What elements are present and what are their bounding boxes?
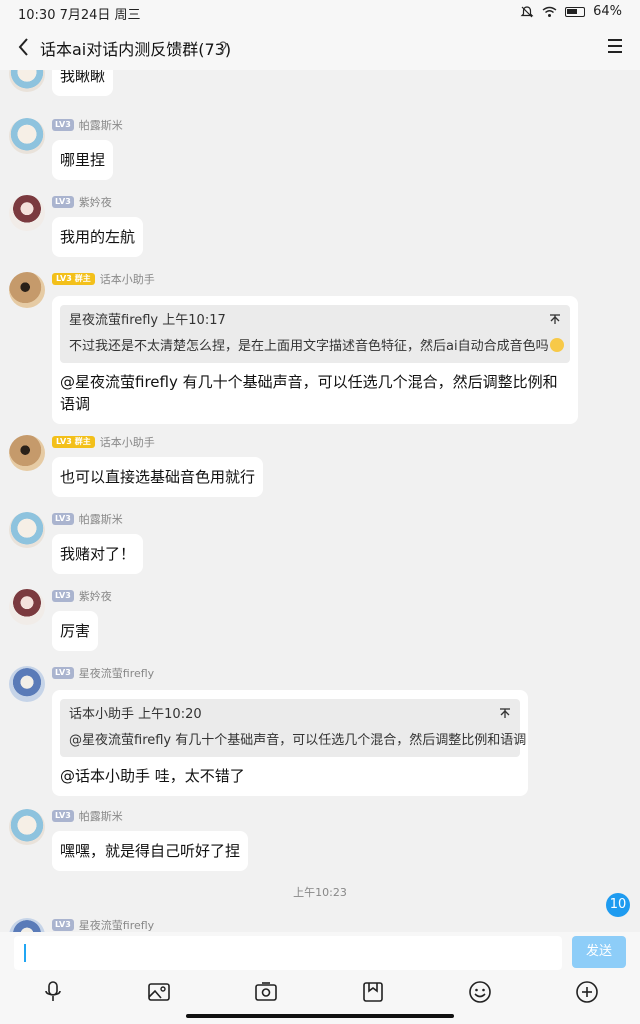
message-input[interactable]: [14, 936, 562, 970]
message-bubble[interactable]: 哪里捏: [52, 140, 114, 180]
avatar[interactable]: [9, 666, 45, 702]
sender-name[interactable]: 紫妗夜: [79, 194, 112, 210]
sender-name[interactable]: 星夜流萤firefly: [79, 665, 154, 681]
level-badge: LV3 群主: [52, 273, 95, 285]
file-icon[interactable]: [361, 980, 385, 1004]
sender-row: LV3 帕露斯米: [52, 512, 123, 526]
message-text: @话本小助手 哇，太不错了: [60, 767, 245, 785]
composer: 发送: [0, 932, 640, 1024]
message-text: 厉害: [60, 622, 91, 640]
send-button[interactable]: 发送: [572, 936, 626, 968]
time-separator: 上午10:23: [293, 886, 347, 899]
status-icons: 64%: [520, 4, 622, 19]
message-bubble[interactable]: 我赌对了！: [52, 534, 144, 574]
mute-icon: [520, 5, 534, 17]
sender-row: LV3 星夜流萤firefly: [52, 666, 154, 680]
menu-icon[interactable]: [606, 37, 624, 55]
message-bubble[interactable]: 嘿嘿，就是得自己听好了捏: [52, 831, 249, 871]
message-text: 我用的左航: [60, 228, 136, 246]
battery-icon: [565, 6, 586, 17]
level-badge: LV3: [52, 196, 74, 208]
sender-row: LV3 群主 话本小助手: [52, 435, 155, 449]
status-bar: 10:30 7月24日 周三 64%: [0, 0, 640, 24]
avatar[interactable]: [9, 118, 45, 154]
message-bubble[interactable]: 话本小助手 上午10:20 @星夜流萤firefly 有几十个基础声音，可以任选…: [52, 690, 528, 796]
message-bubble[interactable]: 我用的左航: [52, 217, 144, 257]
avatar[interactable]: [9, 435, 45, 471]
pin-icon: [550, 314, 560, 324]
message-text: 哪里捏: [60, 151, 106, 169]
level-badge: LV3: [52, 513, 74, 525]
avatar[interactable]: [9, 589, 45, 625]
ear-icon[interactable]: [216, 39, 230, 55]
level-badge: LV3: [52, 119, 74, 131]
text-caret: [24, 944, 26, 962]
home-indicator[interactable]: [186, 1014, 454, 1018]
sender-row: LV3 帕露斯米: [52, 118, 123, 132]
level-badge: LV3 群主: [52, 436, 95, 448]
quoted-message[interactable]: 话本小助手 上午10:20 @星夜流萤firefly 有几十个基础声音，可以任选…: [60, 699, 527, 757]
avatar[interactable]: [9, 272, 45, 308]
sender-row: LV3 紫妗夜: [52, 589, 112, 603]
sender-name[interactable]: 话本小助手: [100, 434, 155, 450]
sender-name[interactable]: 帕露斯米: [79, 117, 123, 133]
emoji-face-icon: [549, 338, 564, 352]
plus-icon[interactable]: [575, 980, 599, 1004]
message-text: 嘿嘿，就是得自己听好了捏: [60, 842, 241, 860]
image-icon[interactable]: [147, 980, 171, 1004]
status-time: 10:30 7月24日 周三: [18, 8, 141, 23]
quote-header: 话本小助手 上午10:20: [69, 707, 202, 722]
sender-name[interactable]: 帕露斯米: [79, 511, 123, 527]
quote-header: 星夜流萤firefly 上午10:17: [69, 313, 226, 328]
level-badge: LV3: [52, 919, 74, 931]
message-text: 我瞅瞅: [60, 70, 106, 85]
quote-text: @星夜流萤firefly 有几十个基础声音，可以任选几个混合，然后调整比例和语调: [69, 733, 527, 748]
avatar[interactable]: [9, 70, 45, 92]
avatar[interactable]: [9, 195, 45, 231]
avatar[interactable]: [9, 512, 45, 548]
chat-header: 话本ai对话内测反馈群(73): [0, 24, 640, 70]
composer-toolbar: [0, 978, 640, 1006]
message-text: 也可以直接选基础音色用就行: [60, 468, 256, 486]
quote-text: 不过我还是不太清楚怎么捏，是在上面用文字描述音色特征，然后ai自动合成音色吗: [69, 337, 564, 357]
back-arrow-icon[interactable]: [12, 35, 36, 59]
quoted-message[interactable]: 星夜流萤firefly 上午10:17 不过我还是不太清楚怎么捏，是在上面用文字…: [60, 305, 570, 363]
sender-row: LV3 星夜流萤firefly: [52, 918, 154, 932]
sender-name[interactable]: 帕露斯米: [79, 808, 123, 824]
avatar[interactable]: [9, 809, 45, 845]
message-text: 我赌对了！: [60, 545, 136, 563]
avatar[interactable]: [9, 918, 45, 932]
level-badge: LV3: [52, 810, 74, 822]
message-bubble[interactable]: 也可以直接选基础音色用就行: [52, 457, 264, 497]
emoji-icon[interactable]: [468, 980, 492, 1004]
level-badge: LV3: [52, 667, 74, 679]
mic-icon[interactable]: [41, 980, 65, 1004]
sender-row: LV3 帕露斯米: [52, 809, 123, 823]
pin-icon: [500, 708, 510, 718]
message-bubble[interactable]: 星夜流萤firefly 上午10:17 不过我还是不太清楚怎么捏，是在上面用文字…: [52, 296, 578, 424]
battery-percent: 64%: [593, 4, 622, 19]
unread-count-badge[interactable]: 10: [606, 893, 630, 917]
chat-title[interactable]: 话本ai对话内测反馈群(73): [40, 36, 231, 60]
message-bubble[interactable]: 厉害: [52, 611, 99, 651]
sender-row: LV3 群主 话本小助手: [52, 272, 155, 286]
level-badge: LV3: [52, 590, 74, 602]
message-text: @星夜流萤firefly 有几十个基础声音，可以任选几个混合，然后调整比例和语调: [60, 373, 558, 413]
message-list[interactable]: 我瞅瞅 LV3 帕露斯米 哪里捏 LV3 紫妗夜 我用的左航 LV3 群主 话本小…: [0, 70, 640, 932]
sender-name[interactable]: 星夜流萤firefly: [79, 917, 154, 932]
sender-name[interactable]: 话本小助手: [100, 271, 155, 287]
sender-name[interactable]: 紫妗夜: [79, 588, 112, 604]
wifi-icon: [542, 6, 557, 17]
sender-row: LV3 紫妗夜: [52, 195, 112, 209]
message-bubble[interactable]: 我瞅瞅: [52, 70, 114, 96]
camera-icon[interactable]: [254, 980, 278, 1004]
